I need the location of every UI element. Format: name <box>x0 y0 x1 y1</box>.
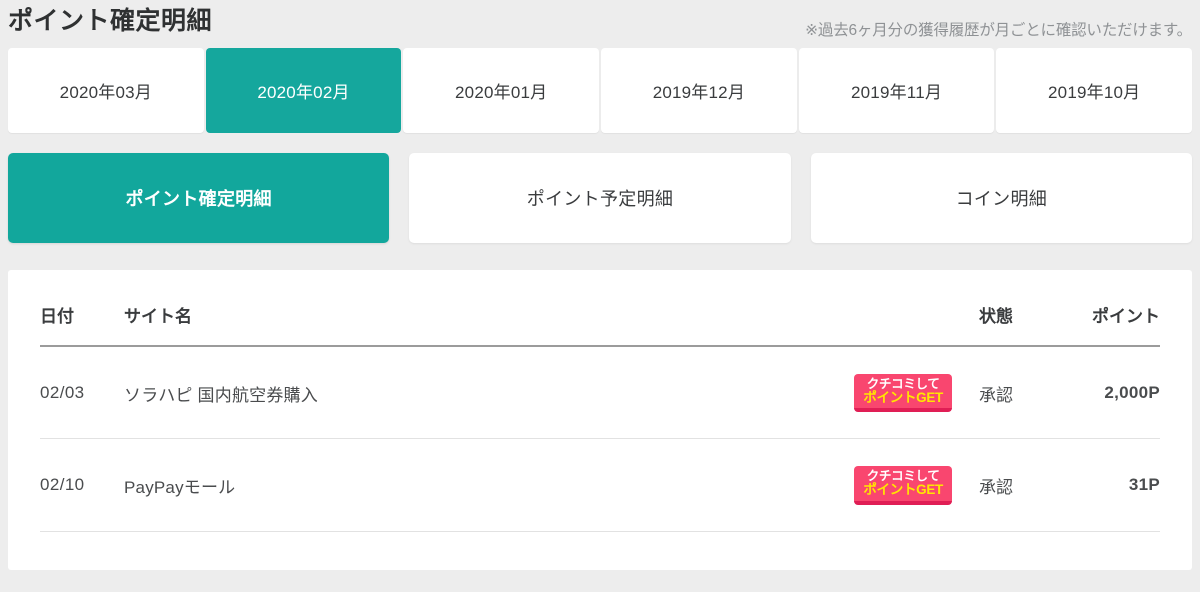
table-body: 02/03 ソラハピ 国内航空券購入 クチコミして ポイントGET 承認 2,0… <box>40 346 1160 532</box>
month-tab-label: 2019年11月 <box>850 83 943 102</box>
month-tab-2020-02[interactable]: 2020年02月 <box>205 48 402 133</box>
tab-coin-detail[interactable]: コイン明細 <box>810 153 1192 243</box>
month-tab-label: 2020年02月 <box>257 83 350 102</box>
review-badge-line2: ポイントGET <box>863 390 943 406</box>
review-badge-line2: ポイントGET <box>863 482 943 498</box>
cell-badge: クチコミして ポイントGET <box>772 438 952 532</box>
month-tab-bar: 2020年03月 2020年02月 2020年01月 2019年12月 2019… <box>0 48 1200 133</box>
column-header-badge <box>772 270 952 347</box>
table-header-row: 日付 サイト名 状態 ポイント <box>40 270 1160 347</box>
column-header-site: サイト名 <box>124 270 772 347</box>
month-tab-label: 2019年10月 <box>1048 83 1141 102</box>
cell-badge: クチコミして ポイントGET <box>772 346 952 440</box>
review-point-badge[interactable]: クチコミして ポイントGET <box>854 466 952 505</box>
month-tab-2019-10[interactable]: 2019年10月 <box>996 48 1193 133</box>
badge-wrap: クチコミして ポイントGET <box>772 466 952 505</box>
month-tab-2019-12[interactable]: 2019年12月 <box>601 48 797 133</box>
cell-site-name: ソラハピ 国内航空券購入 <box>124 346 772 440</box>
page-note: ※過去6ヶ月分の獲得履歴が月ごとに確認いただけます。 <box>805 22 1192 39</box>
month-tab-2020-01[interactable]: 2020年01月 <box>403 48 600 133</box>
review-point-badge[interactable]: クチコミして ポイントGET <box>854 374 952 413</box>
month-tab-2020-03[interactable]: 2020年03月 <box>8 48 204 133</box>
cell-date: 02/10 <box>40 438 124 532</box>
cell-point: 31P <box>1040 438 1160 532</box>
category-tab-label: ポイント予定明細 <box>526 189 674 209</box>
month-tab-2019-11[interactable]: 2019年11月 <box>798 48 995 133</box>
category-tab-bar: ポイント確定明細 ポイント予定明細 コイン明細 <box>0 133 1200 243</box>
history-table: 日付 サイト名 状態 ポイント 02/03 ソラハピ 国内航空券購入 クチコミし… <box>40 270 1160 532</box>
table-row: 02/03 ソラハピ 国内航空券購入 クチコミして ポイントGET 承認 2,0… <box>40 346 1160 440</box>
category-tab-label: ポイント確定明細 <box>125 189 272 209</box>
column-header-date: 日付 <box>40 270 124 347</box>
month-tab-label: 2020年03月 <box>59 83 152 102</box>
month-tab-label: 2019年12月 <box>652 83 746 102</box>
cell-point: 2,000P <box>1040 346 1160 440</box>
cell-state: 承認 <box>952 438 1040 532</box>
column-header-state: 状態 <box>952 270 1040 347</box>
table-head: 日付 サイト名 状態 ポイント <box>40 270 1160 347</box>
tab-point-confirmed[interactable]: ポイント確定明細 <box>8 153 390 243</box>
column-header-point: ポイント <box>1040 270 1160 347</box>
month-tab-label: 2020年01月 <box>455 83 548 102</box>
cell-site-name: PayPayモール <box>124 438 772 532</box>
cell-date: 02/03 <box>40 346 124 440</box>
tab-point-scheduled[interactable]: ポイント予定明細 <box>409 153 791 243</box>
category-tab-label: コイン明細 <box>955 189 1048 209</box>
page-title: ポイント確定明細 <box>8 7 213 35</box>
cell-state: 承認 <box>952 346 1040 440</box>
page-header: ポイント確定明細 ※過去6ヶ月分の獲得履歴が月ごとに確認いただけます。 <box>0 0 1200 48</box>
table-row: 02/10 PayPayモール クチコミして ポイントGET 承認 31P <box>40 438 1160 532</box>
badge-wrap: クチコミして ポイントGET <box>772 374 952 413</box>
history-table-card: 日付 サイト名 状態 ポイント 02/03 ソラハピ 国内航空券購入 クチコミし… <box>8 270 1192 570</box>
